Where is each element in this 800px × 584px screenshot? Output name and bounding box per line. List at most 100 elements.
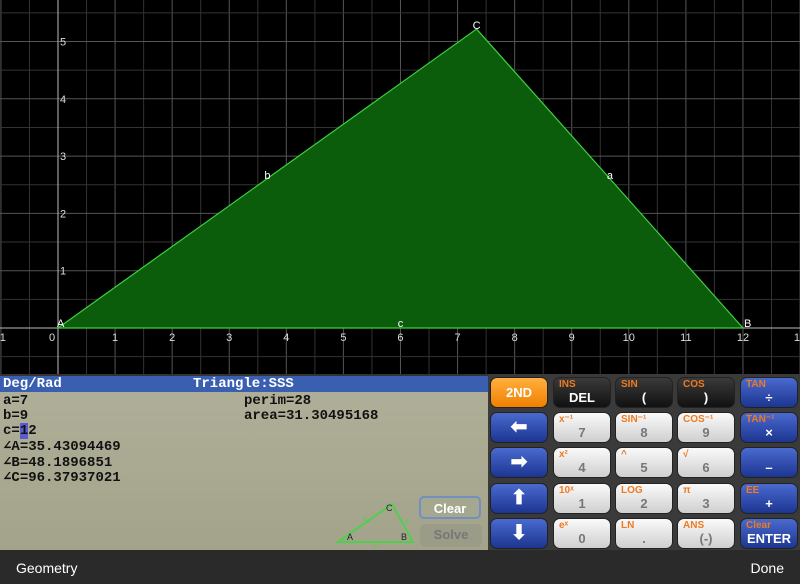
- diagram-label-b-vertex: B: [401, 532, 407, 542]
- geometry-button[interactable]: Geometry: [16, 560, 77, 576]
- key-primary-label: (: [641, 390, 647, 405]
- x-tick-label: 9: [569, 332, 575, 344]
- key-primary-label: 2ND: [505, 385, 532, 400]
- vertex-label: A: [57, 318, 65, 330]
- key-4-3[interactable]: ANS (-): [677, 518, 735, 549]
- key-secondary-label: LN: [621, 520, 635, 531]
- key-1-4[interactable]: TAN⁻¹ ×: [740, 412, 798, 443]
- done-button[interactable]: Done: [751, 560, 784, 576]
- key-primary-label: .: [642, 531, 646, 546]
- bottom-toolbar: Geometry Done: [0, 550, 800, 584]
- key-secondary-label: TAN⁻¹: [746, 414, 775, 425]
- key-primary-label: 4: [578, 460, 586, 475]
- graph-canvas[interactable]: -101234567891011121312345ABCabc: [0, 0, 800, 374]
- key-primary-label: ➡: [510, 451, 528, 473]
- key-secondary-label: ANS: [683, 520, 705, 531]
- key-primary-label: (-): [699, 531, 713, 546]
- key-secondary-label: √: [683, 449, 689, 460]
- y-tick-label: 4: [60, 94, 66, 106]
- x-tick-label: 8: [512, 332, 518, 344]
- key-secondary-label: eˣ: [559, 520, 569, 531]
- key-primary-label: ÷: [765, 390, 773, 405]
- key-2-3[interactable]: √ 6: [677, 447, 735, 478]
- key-2-1[interactable]: x² 4: [553, 447, 611, 478]
- solve-button[interactable]: Solve: [420, 524, 482, 547]
- panel-title: Triangle:SSS: [193, 376, 294, 392]
- key-4-0[interactable]: ⬇: [490, 518, 548, 549]
- key-3-3[interactable]: π3: [677, 483, 735, 514]
- x-tick-label: 10: [623, 332, 635, 344]
- key-secondary-label: COS: [683, 379, 705, 390]
- graph-svg: -101234567891011121312345ABCabc: [0, 0, 800, 374]
- key-primary-label: 0: [578, 531, 586, 546]
- key-0-4[interactable]: TAN ÷: [740, 377, 798, 408]
- key-3-2[interactable]: LOG 2: [615, 483, 673, 514]
- side-label: a: [607, 170, 614, 182]
- key-primary-label: ENTER: [746, 531, 792, 546]
- x-tick-label: 0: [49, 332, 55, 344]
- panel-header: Deg/Rad Triangle:SSS: [0, 376, 488, 392]
- key-3-1[interactable]: 10ˣ 1: [553, 483, 611, 514]
- key-1-2[interactable]: SIN⁻¹ 8: [615, 412, 673, 443]
- x-tick-label: 2: [169, 332, 175, 344]
- key-primary-label: 5: [640, 460, 648, 475]
- y-tick-label: 2: [60, 208, 66, 220]
- key-2-2[interactable]: ^ 5: [615, 447, 673, 478]
- key-primary-label: 6: [702, 460, 710, 475]
- key-0-3[interactable]: COS): [677, 377, 735, 408]
- side-a-field[interactable]: a=7: [3, 393, 28, 409]
- key-secondary-label: x⁻¹: [559, 414, 574, 425]
- side-b-field[interactable]: b=9: [3, 408, 28, 424]
- x-tick-label: 13: [794, 332, 800, 344]
- side-c-field[interactable]: c=12: [3, 423, 37, 439]
- angle-a-value: ∠A=35.43094469: [3, 439, 121, 455]
- key-primary-label: 8: [640, 425, 648, 440]
- key-0-2[interactable]: SIN(: [615, 377, 673, 408]
- clear-button[interactable]: Clear: [419, 496, 481, 519]
- x-tick-label: 6: [397, 332, 403, 344]
- diagram-label-c-vertex: C: [386, 503, 393, 513]
- triangle-diagram: A B C a b c: [335, 502, 415, 548]
- key-secondary-label: LOG: [621, 485, 643, 496]
- key-3-0[interactable]: ⬆: [490, 483, 548, 514]
- key-1-3[interactable]: COS⁻¹ 9: [677, 412, 735, 443]
- side-c-prefix: c=: [3, 423, 20, 439]
- vertex-label: C: [473, 20, 481, 32]
- key-4-1[interactable]: eˣ 0: [553, 518, 611, 549]
- key-primary-label: ×: [765, 425, 773, 440]
- diagram-label-side-a: a: [405, 518, 409, 525]
- key-0-1[interactable]: INS DEL: [553, 377, 611, 408]
- key-primary-label: 9: [702, 425, 710, 440]
- key-secondary-label: COS⁻¹: [683, 414, 714, 425]
- x-tick-label: 7: [454, 332, 460, 344]
- key-0-0[interactable]: 2ND: [490, 377, 548, 408]
- key-primary-label: DEL: [569, 390, 595, 405]
- vertex-label: B: [744, 318, 751, 330]
- key-secondary-label: TAN: [746, 379, 766, 390]
- key-primary-label: 2: [640, 496, 648, 511]
- key-primary-label: ⬇: [510, 522, 528, 544]
- key-primary-label: +: [765, 496, 773, 511]
- side-label: c: [398, 318, 404, 330]
- side-c-rest: 2: [28, 423, 37, 439]
- key-secondary-label: Clear: [746, 520, 772, 531]
- key-4-4[interactable]: Clear ENTER: [740, 518, 798, 549]
- key-3-4[interactable]: EE +: [740, 483, 798, 514]
- key-primary-label: 7: [578, 425, 586, 440]
- key-primary-label: ): [703, 390, 709, 405]
- key-1-0[interactable]: ⬅: [490, 412, 548, 443]
- angle-mode-toggle[interactable]: Deg/Rad: [3, 376, 62, 392]
- key-secondary-label: SIN⁻¹: [621, 414, 647, 425]
- x-tick-label: 4: [283, 332, 289, 344]
- y-tick-label: 3: [60, 151, 66, 163]
- key-secondary-label: π: [683, 485, 691, 496]
- area-value: area=31.30495168: [244, 408, 379, 424]
- key-4-2[interactable]: LN.: [615, 518, 673, 549]
- diagram-label-a-vertex: A: [347, 532, 353, 542]
- diagram-label-side-b: b: [363, 516, 367, 523]
- key-primary-label: 1: [578, 496, 586, 511]
- key-1-1[interactable]: x⁻¹ 7: [553, 412, 611, 443]
- key-2-0[interactable]: ➡: [490, 447, 548, 478]
- key-2-4[interactable]: –: [740, 447, 798, 478]
- key-primary-label: ⬅: [510, 416, 528, 438]
